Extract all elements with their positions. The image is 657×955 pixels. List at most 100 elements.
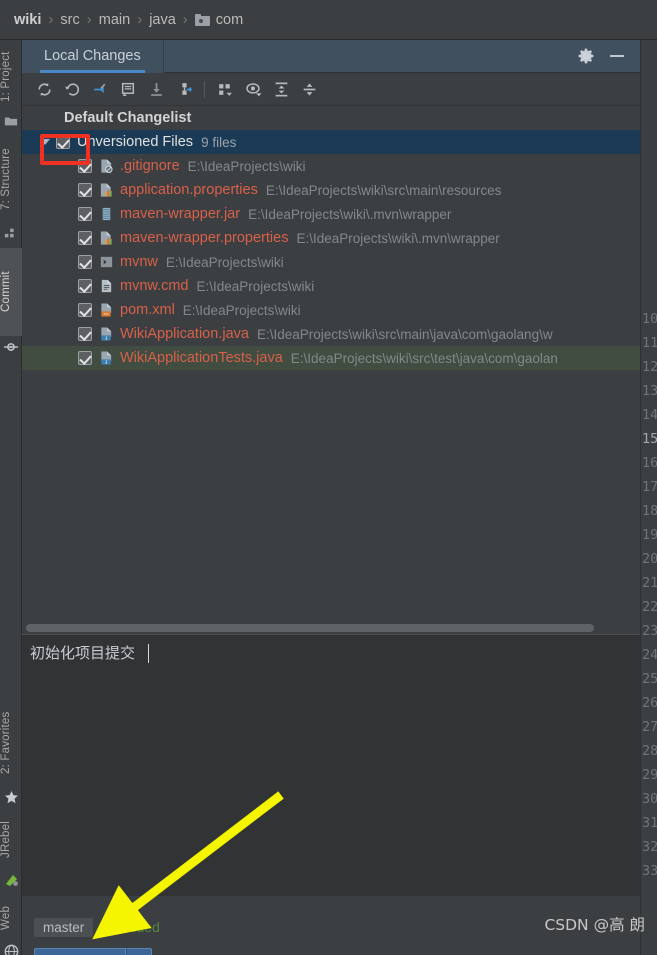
tree-group-unversioned-files[interactable]: Unversioned Files 9 files	[22, 130, 640, 154]
table-row[interactable]: .gitignore E:\IdeaProjects\wiki	[22, 154, 640, 178]
file-path: E:\IdeaProjects\wiki	[196, 278, 315, 294]
sidebar-item-structure[interactable]: 7: Structure	[0, 136, 22, 222]
line-number-current: 15	[642, 431, 657, 447]
sidebar-item-favorites[interactable]: 2: Favorites	[0, 700, 22, 786]
file-name: application.properties	[120, 182, 258, 198]
branch-label[interactable]: master	[34, 917, 94, 937]
table-row[interactable]: J WikiApplicationTests.java E:\IdeaProje…	[22, 346, 640, 370]
file-path: E:\IdeaProjects\wiki	[187, 158, 306, 174]
file-checkbox[interactable]	[78, 327, 92, 341]
file-name: WikiApplication.java	[120, 326, 249, 342]
group-by-icon[interactable]	[211, 76, 239, 102]
file-checkbox[interactable]	[78, 231, 92, 245]
editor-gutter: 10 11 12 13 14 15 16 17 18 19 20 21 22 2…	[640, 40, 657, 955]
file-path: E:\IdeaProjects\wiki\.mvn\wrapper	[296, 230, 500, 246]
rollback-icon[interactable]	[58, 76, 86, 102]
folder-icon	[4, 117, 18, 126]
line-number: 26	[642, 695, 657, 711]
table-row[interactable]: <> pom.xml E:\IdeaProjects\wiki	[22, 298, 640, 322]
unversioned-files-checkbox[interactable]	[56, 135, 70, 149]
tab-local-changes-label: Local Changes	[44, 48, 141, 64]
line-number: 30	[642, 791, 657, 807]
java-file-icon: J	[101, 327, 112, 342]
line-number: 31	[642, 815, 657, 831]
line-number: 23	[642, 623, 657, 639]
breadcrumb-separator: ›	[137, 11, 143, 28]
file-checkbox[interactable]	[78, 303, 92, 317]
file-name: .gitignore	[120, 158, 180, 174]
jrebel-icon	[6, 875, 18, 886]
horizontal-scrollbar[interactable]	[22, 621, 640, 634]
table-row[interactable]: maven-wrapper.jar E:\IdeaProjects\wiki\.…	[22, 202, 640, 226]
file-path: E:\IdeaProjects\wiki\src\main\resources	[265, 182, 502, 198]
file-checkbox[interactable]	[78, 255, 92, 269]
sidebar-item-commit[interactable]: Commit	[0, 248, 22, 336]
line-number: 25	[642, 671, 657, 687]
line-number: 27	[642, 719, 657, 735]
line-number: 29	[642, 767, 657, 783]
file-name: pom.xml	[120, 302, 175, 318]
diff-icon[interactable]	[86, 76, 114, 102]
cmd-file-icon	[101, 279, 112, 293]
added-count-label: 9 added	[109, 919, 160, 935]
file-checkbox[interactable]	[78, 279, 92, 293]
breadcrumb: wiki › src › main › java › com	[0, 0, 657, 40]
gear-icon[interactable]	[578, 48, 594, 64]
file-path: E:\IdeaProjects\wiki\src\test\java\com\g…	[290, 350, 558, 366]
line-number: 10	[642, 311, 657, 327]
preview-eye-icon[interactable]	[239, 76, 267, 102]
commit-button[interactable]: Commit	[34, 948, 126, 955]
star-icon	[5, 790, 18, 804]
idea-window: wiki › src › main › java › com 1: Projec…	[0, 0, 657, 955]
expand-all-icon[interactable]	[267, 76, 295, 102]
left-tool-strip: 1: Project 7: Structure Commit 2: Favori…	[0, 40, 22, 955]
line-number: 19	[642, 527, 657, 543]
get-from-vcs-icon[interactable]	[142, 76, 170, 102]
refresh-icon[interactable]	[30, 76, 58, 102]
show-diff-preview-icon[interactable]	[114, 76, 142, 102]
line-number: 12	[642, 359, 657, 375]
breadcrumb-separator: ›	[86, 11, 92, 28]
file-checkbox[interactable]	[78, 351, 92, 365]
tab-local-changes[interactable]: Local Changes	[22, 39, 163, 73]
toolbar-divider	[204, 80, 205, 98]
breadcrumb-item-4[interactable]: com	[216, 12, 243, 28]
chevron-down-icon[interactable]	[40, 139, 50, 145]
changes-tree[interactable]: Default Changelist Unversioned Files 9 f…	[22, 106, 640, 621]
tab-divider	[162, 39, 164, 73]
sidebar-item-web[interactable]: Web	[0, 896, 22, 940]
breadcrumb-item-0[interactable]: wiki	[14, 12, 41, 28]
jar-file-icon	[102, 207, 111, 221]
tree-group-count: 9 files	[201, 134, 237, 150]
sidebar-item-jrebel[interactable]: JRebel	[0, 812, 22, 868]
commit-dropdown-button[interactable]	[126, 948, 152, 955]
breadcrumb-item-1[interactable]: src	[60, 12, 79, 28]
commit-tool-window: Local Changes Default Changelist Unversi…	[22, 39, 640, 955]
file-name: maven-wrapper.properties	[120, 230, 289, 246]
table-row[interactable]: mvnw E:\IdeaProjects\wiki	[22, 250, 640, 274]
java-file-icon: J	[101, 351, 112, 366]
table-row[interactable]: mvnw.cmd E:\IdeaProjects\wiki	[22, 274, 640, 298]
globe-icon	[4, 944, 19, 955]
commit-message-text: 初始化项目提交	[30, 644, 136, 662]
collapse-all-icon[interactable]	[295, 76, 323, 102]
file-checkbox[interactable]	[78, 159, 92, 173]
minimize-icon[interactable]	[610, 55, 624, 57]
table-row[interactable]: maven-wrapper.properties E:\IdeaProjects…	[22, 226, 640, 250]
sidebar-item-project[interactable]: 1: Project	[0, 44, 22, 110]
file-checkbox[interactable]	[78, 183, 92, 197]
line-number: 14	[642, 407, 657, 423]
table-row[interactable]: J WikiApplication.java E:\IdeaProjects\w…	[22, 322, 640, 346]
file-checkbox[interactable]	[78, 207, 92, 221]
breadcrumb-item-2[interactable]: main	[99, 12, 130, 28]
line-number: 32	[642, 839, 657, 855]
file-path: E:\IdeaProjects\wiki\src\main\java\com\g…	[256, 326, 553, 342]
line-number: 33	[642, 863, 657, 879]
shelve-silently-icon[interactable]	[170, 76, 198, 102]
line-number: 11	[642, 335, 657, 351]
breadcrumb-item-3[interactable]: java	[149, 12, 176, 28]
table-row[interactable]: application.properties E:\IdeaProjects\w…	[22, 178, 640, 202]
shell-file-icon	[100, 256, 113, 268]
commit-message-input[interactable]: 初始化项目提交	[22, 634, 640, 896]
scrollbar-thumb[interactable]	[26, 624, 594, 632]
